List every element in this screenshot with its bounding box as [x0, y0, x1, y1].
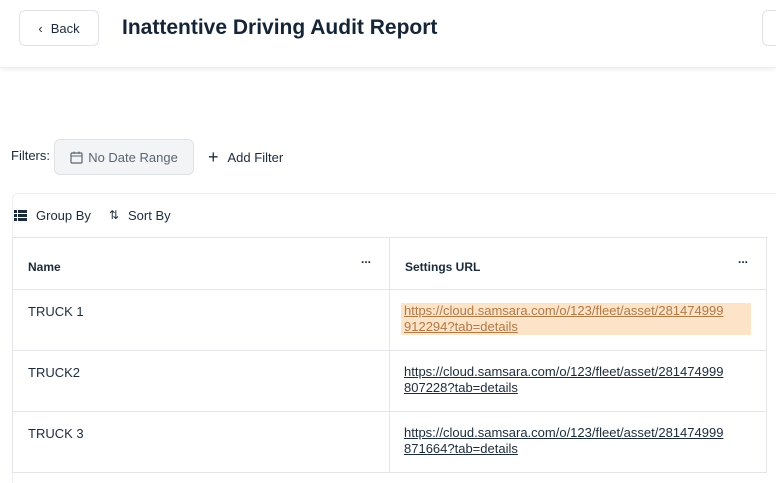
url-line: https://cloud.samsara.com/o/123/fleet/as… — [404, 425, 724, 440]
table-toolbar: Group By ⇅ Sort By — [14, 200, 171, 230]
chevron-left-icon: ‹ — [38, 20, 43, 36]
date-range-label: No Date Range — [88, 149, 178, 165]
column-menu-icon[interactable]: ... — [361, 252, 371, 266]
filters-bar: Filters: No Date Range + Add Filter — [11, 139, 283, 175]
column-menu-icon[interactable]: ... — [738, 252, 748, 266]
table-header-row: Name... Settings URL... — [12, 237, 767, 290]
column-header-name[interactable]: Name... — [12, 237, 390, 290]
table-row: TRUCK2 https://cloud.samsara.com/o/123/f… — [12, 350, 767, 412]
sort-by-label: Sort By — [127, 207, 171, 223]
settings-url-link[interactable]: https://cloud.samsara.com/o/123/fleet/as… — [404, 425, 751, 457]
page-title: Inattentive Driving Audit Report — [122, 16, 438, 39]
add-filter-label: Add Filter — [227, 149, 284, 165]
settings-url-link[interactable]: https://cloud.samsara.com/o/123/fleet/as… — [404, 364, 751, 396]
top-bar: ‹ Back Inattentive Driving Audit Report — [0, 0, 776, 68]
table-row: TRUCK 3 https://cloud.samsara.com/o/123/… — [12, 411, 767, 473]
url-line: 807228?tab=details — [404, 380, 518, 395]
data-table: Name... Settings URL... TRUCK 1 https://… — [12, 237, 767, 473]
column-label: Name — [28, 260, 61, 274]
table-row: TRUCK 1 https://cloud.samsara.com/o/123/… — [12, 289, 767, 351]
group-by-label: Group By — [36, 207, 91, 223]
url-line: 871664?tab=details — [404, 441, 518, 456]
url-line: 912294?tab=details — [404, 319, 518, 334]
settings-url-link[interactable]: https://cloud.samsara.com/o/123/fleet/as… — [401, 303, 751, 335]
plus-icon: + — [208, 146, 219, 167]
date-range-button[interactable]: No Date Range — [54, 139, 194, 175]
name-cell: TRUCK2 — [12, 350, 390, 412]
back-label: Back — [50, 20, 80, 36]
sort-icon: ⇅ — [108, 208, 119, 222]
calendar-icon — [70, 151, 83, 164]
name-cell: TRUCK 1 — [12, 289, 390, 351]
group-by-button[interactable]: Group By — [14, 208, 91, 223]
add-filter-button[interactable]: + Add Filter — [208, 147, 283, 168]
sort-by-button[interactable]: ⇅ Sort By — [109, 208, 171, 223]
url-line: https://cloud.samsara.com/o/123/fleet/as… — [404, 364, 724, 379]
name-cell: TRUCK 3 — [12, 411, 390, 473]
column-label: Settings URL — [405, 260, 481, 274]
list-icon — [14, 209, 27, 221]
column-header-settings-url[interactable]: Settings URL... — [389, 237, 767, 290]
filters-label: Filters: — [11, 148, 50, 163]
back-button[interactable]: ‹ Back — [19, 10, 99, 46]
header-action-button[interactable] — [762, 10, 776, 46]
url-line: https://cloud.samsara.com/o/123/fleet/as… — [404, 303, 724, 318]
